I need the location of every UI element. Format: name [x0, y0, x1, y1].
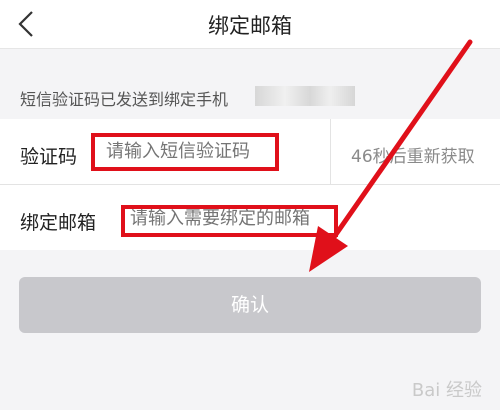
annotation-arrow	[309, 39, 473, 272]
watermark-logo: Bai 经验	[411, 380, 482, 401]
